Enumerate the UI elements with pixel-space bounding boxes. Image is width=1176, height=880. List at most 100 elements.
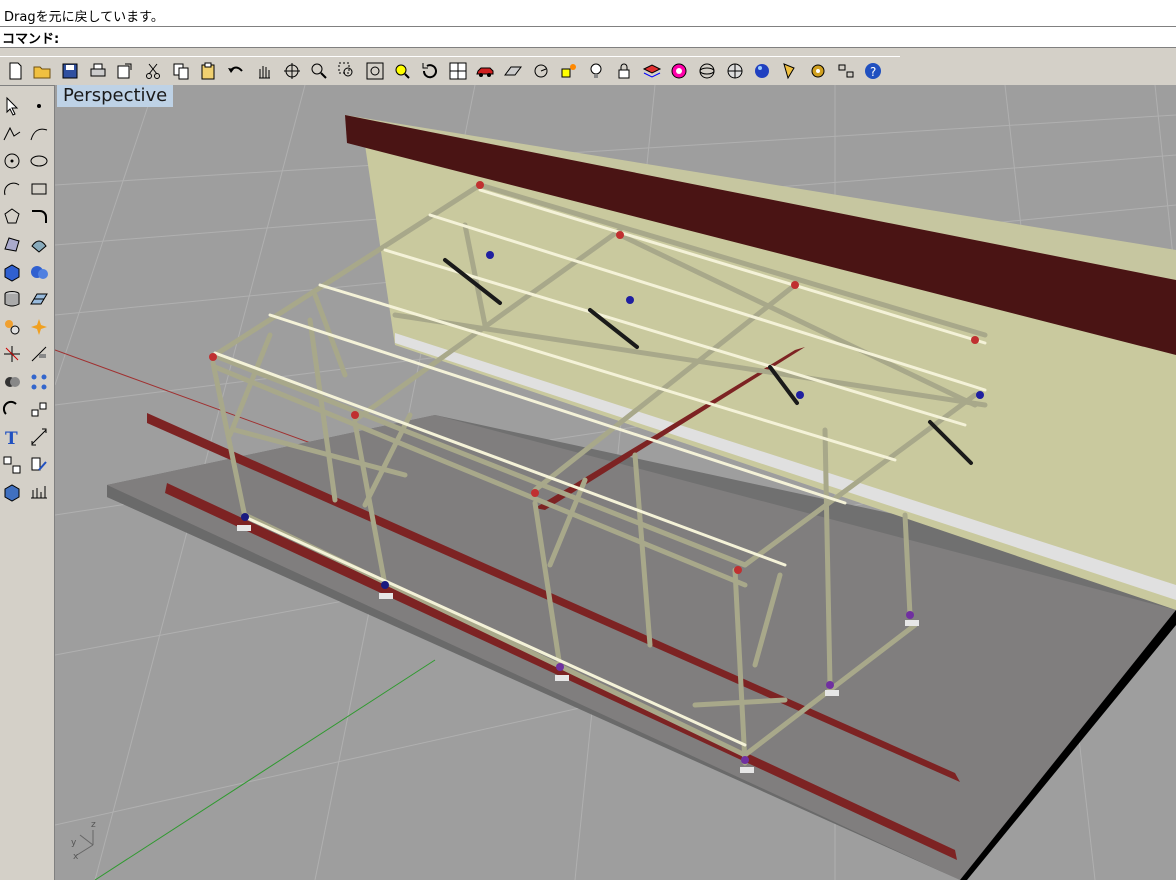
- render-mesh-button[interactable]: [723, 59, 746, 82]
- rotate-view-button[interactable]: [280, 59, 303, 82]
- open-folder-button[interactable]: [31, 59, 54, 82]
- dimension-tool[interactable]: [27, 425, 51, 449]
- box-solid-icon: [4, 264, 20, 282]
- copy-icon: [173, 63, 189, 79]
- wireframe-sphere-button[interactable]: [696, 59, 719, 82]
- zoom-extents-button[interactable]: [363, 59, 386, 82]
- explode-tool[interactable]: [27, 315, 51, 339]
- boolean-tool[interactable]: [0, 370, 24, 394]
- block-tool[interactable]: [0, 480, 24, 504]
- analyze-tool[interactable]: [27, 480, 51, 504]
- group-icon: [3, 456, 21, 474]
- surface-tool[interactable]: [0, 232, 24, 256]
- main-toolbar: T: [0, 86, 55, 514]
- ellipse-tool[interactable]: [27, 149, 51, 173]
- fillet-tool[interactable]: [27, 204, 51, 228]
- grid-plane-icon: [504, 66, 523, 75]
- rotate-tool[interactable]: [0, 398, 24, 422]
- surface-icon: [4, 237, 20, 252]
- array-tool[interactable]: [27, 370, 51, 394]
- save-button[interactable]: [58, 59, 81, 82]
- transform-tool[interactable]: [0, 315, 24, 339]
- command-prompt: コマンド:: [2, 32, 60, 47]
- properties-button[interactable]: [834, 59, 857, 82]
- four-viewports-button[interactable]: [446, 59, 469, 82]
- zoom-dynamic-button[interactable]: [308, 59, 331, 82]
- help-button[interactable]: ?: [862, 59, 885, 82]
- zoom-selected-button[interactable]: [391, 59, 414, 82]
- zoom-window-button[interactable]: [335, 59, 358, 82]
- text-tool[interactable]: T: [0, 425, 24, 449]
- standard-toolbar: ?: [0, 56, 900, 86]
- polyline-tool[interactable]: [0, 122, 24, 146]
- render-sphere-button[interactable]: [751, 59, 774, 82]
- surface-edit-tool[interactable]: [27, 232, 51, 256]
- command-line[interactable]: コマンド:: [0, 27, 1176, 48]
- grid-plane-button[interactable]: [502, 59, 525, 82]
- layer-button[interactable]: [640, 59, 663, 82]
- four-viewports-icon: [449, 62, 467, 79]
- snap-button[interactable]: [529, 59, 552, 82]
- layer-icon: [642, 63, 661, 78]
- rectangle-tool[interactable]: [27, 177, 51, 201]
- mesh-icon: [30, 293, 48, 305]
- polygon-tool[interactable]: [0, 204, 24, 228]
- cylinder-tool[interactable]: [0, 287, 24, 311]
- point-tool[interactable]: [27, 94, 51, 118]
- car-button[interactable]: [474, 59, 497, 82]
- undo-view-button[interactable]: [419, 59, 442, 82]
- axis-y-label: y: [71, 838, 77, 848]
- osnap-button[interactable]: [557, 59, 580, 82]
- arc-tool[interactable]: [0, 177, 24, 201]
- dimension-icon: [31, 428, 47, 446]
- trim-tool[interactable]: [0, 342, 24, 366]
- scale-icon: [31, 402, 47, 417]
- group-tool[interactable]: [0, 453, 24, 477]
- render-sphere-icon: [755, 63, 770, 78]
- command-history: Dragを元に戻しています。: [0, 0, 1176, 27]
- axis-triad: z y x: [71, 820, 96, 862]
- undo-icon: [228, 66, 243, 73]
- material-button[interactable]: [779, 59, 802, 82]
- split-tool[interactable]: [27, 342, 51, 366]
- box-solid-tool[interactable]: [0, 260, 24, 284]
- edit-point-tool[interactable]: [27, 453, 51, 477]
- cut-button[interactable]: [142, 59, 165, 82]
- text-icon: T: [5, 429, 18, 447]
- paste-button[interactable]: [197, 59, 220, 82]
- print-button[interactable]: [86, 59, 109, 82]
- zoom-extents-icon: [366, 62, 384, 79]
- pan-hand-button[interactable]: [252, 59, 275, 82]
- svg-text:?: ?: [870, 65, 876, 79]
- edit-point-icon: [31, 457, 47, 471]
- transform-icon: [5, 319, 20, 335]
- osnap-icon: [561, 63, 576, 77]
- lock-button[interactable]: [612, 59, 635, 82]
- print-icon: [90, 63, 106, 76]
- select-arrow-icon: [6, 96, 19, 116]
- circle-tool[interactable]: [0, 149, 24, 173]
- light-bulb-button[interactable]: [585, 59, 608, 82]
- circle-icon: [4, 153, 20, 169]
- color-wheel-button[interactable]: [668, 59, 691, 82]
- zoom-dynamic-icon: [311, 63, 327, 79]
- ellipse-icon: [30, 155, 48, 167]
- cylinder-icon: [4, 291, 20, 307]
- sphere-solid-tool[interactable]: [27, 260, 51, 284]
- color-wheel-icon: [671, 63, 687, 78]
- lock-icon: [618, 63, 630, 78]
- perspective-viewport[interactable]: z y x Perspective: [55, 85, 1176, 880]
- new-file-button[interactable]: [3, 59, 26, 82]
- curve-tool[interactable]: [27, 122, 51, 146]
- viewport-title[interactable]: Perspective: [57, 85, 174, 107]
- options-gear-button[interactable]: [806, 59, 829, 82]
- rectangle-icon: [31, 183, 47, 195]
- undo-button[interactable]: [225, 59, 248, 82]
- point-icon: [37, 104, 41, 108]
- select-arrow-tool[interactable]: [0, 94, 24, 118]
- scale-tool[interactable]: [27, 398, 51, 422]
- copy-button[interactable]: [169, 59, 192, 82]
- export-button[interactable]: [114, 59, 137, 82]
- rotate-view-icon: [283, 62, 300, 79]
- mesh-tool[interactable]: [27, 287, 51, 311]
